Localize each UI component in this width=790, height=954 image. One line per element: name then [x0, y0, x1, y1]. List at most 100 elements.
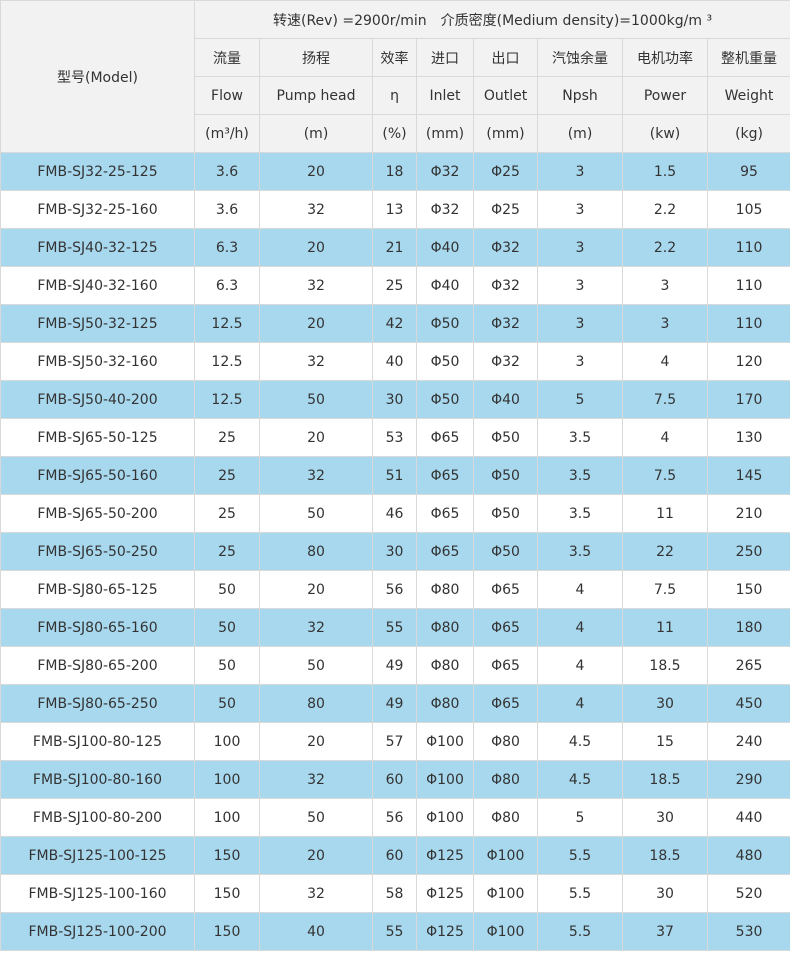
cell-pump-head: 32: [259, 190, 373, 229]
cell-flow: 150: [194, 874, 260, 913]
cell-pump-head: 50: [259, 494, 373, 533]
cell-pump-head: 32: [259, 608, 373, 647]
cell-inlet: Φ100: [416, 722, 474, 761]
cell-power: 30: [622, 798, 708, 837]
cell-outlet: Φ25: [473, 152, 538, 191]
cell-power: 30: [622, 874, 708, 913]
cell-pump-head: 32: [259, 874, 373, 913]
cell-npsh: 3: [537, 266, 623, 305]
cell-pump-head: 50: [259, 380, 373, 419]
table-row: FMB-SJ80-65-160 50 32 55 Φ80 Φ65 4 11 180: [0, 608, 790, 647]
cell-npsh: 3.5: [537, 456, 623, 495]
cell-power: 18.5: [622, 646, 708, 685]
cell-pump-head: 20: [259, 418, 373, 457]
cell-npsh: 3: [537, 152, 623, 191]
cell-efficiency: 30: [372, 380, 417, 419]
cell-power: 4: [622, 342, 708, 381]
col-unit: (m): [259, 114, 373, 153]
cell-power: 3: [622, 304, 708, 343]
col-unit: (mm): [473, 114, 538, 153]
table-row: FMB-SJ40-32-125 6.3 20 21 Φ40 Φ32 3 2.2 110: [0, 228, 790, 267]
cell-flow: 100: [194, 760, 260, 799]
table-row: FMB-SJ100-80-125 100 20 57 Φ100 Φ80 4.5 15 240: [0, 722, 790, 761]
col-unit: (%): [372, 114, 417, 153]
cell-power: 2.2: [622, 228, 708, 267]
cell-weight: 110: [706, 304, 790, 343]
cell-inlet: Φ125: [416, 836, 474, 875]
cell-efficiency: 56: [372, 570, 417, 609]
cell-model: FMB-SJ32-25-125: [0, 152, 195, 191]
col-header-cn: 整机重量: [706, 38, 790, 77]
cell-pump-head: 50: [259, 798, 373, 837]
cell-flow: 25: [194, 456, 260, 495]
cell-weight: 480: [706, 836, 790, 875]
cell-model: FMB-SJ80-65-200: [0, 646, 195, 685]
cell-inlet: Φ50: [416, 304, 474, 343]
table-row: FMB-SJ50-32-160 12.5 32 40 Φ50 Φ32 3 4 120: [0, 342, 790, 381]
cell-efficiency: 13: [372, 190, 417, 229]
cell-weight: 145: [706, 456, 790, 495]
cell-pump-head: 80: [259, 532, 373, 571]
cell-efficiency: 49: [372, 646, 417, 685]
cell-efficiency: 58: [372, 874, 417, 913]
cell-npsh: 4: [537, 608, 623, 647]
cell-inlet: Φ125: [416, 874, 474, 913]
cell-weight: 170: [706, 380, 790, 419]
cell-model: FMB-SJ80-65-125: [0, 570, 195, 609]
cell-weight: 110: [706, 228, 790, 267]
cell-efficiency: 53: [372, 418, 417, 457]
cell-flow: 50: [194, 684, 260, 723]
cell-model: FMB-SJ100-80-125: [0, 722, 195, 761]
cell-flow: 50: [194, 608, 260, 647]
cell-inlet: Φ65: [416, 494, 474, 533]
cell-inlet: Φ65: [416, 418, 474, 457]
cell-model: FMB-SJ125-100-200: [0, 912, 195, 951]
cell-npsh: 4: [537, 570, 623, 609]
col-header-en: Inlet: [416, 76, 474, 115]
cell-model: FMB-SJ80-65-250: [0, 684, 195, 723]
col-header-en: Npsh: [537, 76, 623, 115]
cell-inlet: Φ80: [416, 646, 474, 685]
operating-conditions: 转速(Rev) =2900r/min 介质密度(Medium density)=…: [193, 0, 790, 39]
cell-outlet: Φ50: [473, 456, 538, 495]
cell-inlet: Φ40: [416, 266, 474, 305]
cell-flow: 150: [194, 836, 260, 875]
col-header-en: Flow: [194, 76, 260, 115]
table-row: FMB-SJ100-80-200 100 50 56 Φ100 Φ80 5 30 440: [0, 798, 790, 837]
cell-inlet: Φ100: [416, 760, 474, 799]
cell-npsh: 3.5: [537, 494, 623, 533]
cell-npsh: 3.5: [537, 532, 623, 571]
cell-power: 11: [622, 608, 708, 647]
cell-npsh: 4: [537, 684, 623, 723]
cell-efficiency: 46: [372, 494, 417, 533]
cell-efficiency: 42: [372, 304, 417, 343]
cell-outlet: Φ32: [473, 304, 538, 343]
cell-npsh: 4.5: [537, 722, 623, 761]
cell-weight: 180: [706, 608, 790, 647]
cell-pump-head: 32: [259, 342, 373, 381]
cell-weight: 110: [706, 266, 790, 305]
col-unit: (m³/h): [194, 114, 260, 153]
col-header-cn: 效率: [372, 38, 417, 77]
cell-weight: 210: [706, 494, 790, 533]
col-unit: (kw): [622, 114, 708, 153]
cell-flow: 3.6: [194, 190, 260, 229]
cell-pump-head: 32: [259, 456, 373, 495]
cell-efficiency: 21: [372, 228, 417, 267]
cell-weight: 105: [706, 190, 790, 229]
cell-npsh: 3: [537, 342, 623, 381]
cell-power: 18.5: [622, 836, 708, 875]
cell-weight: 440: [706, 798, 790, 837]
cell-outlet: Φ32: [473, 342, 538, 381]
table-row: FMB-SJ80-65-125 50 20 56 Φ80 Φ65 4 7.5 150: [0, 570, 790, 609]
cell-flow: 100: [194, 798, 260, 837]
cell-power: 18.5: [622, 760, 708, 799]
cell-power: 30: [622, 684, 708, 723]
cell-efficiency: 55: [372, 912, 417, 951]
cell-efficiency: 18: [372, 152, 417, 191]
cell-model: FMB-SJ32-25-160: [0, 190, 195, 229]
cell-pump-head: 20: [259, 570, 373, 609]
cell-weight: 95: [706, 152, 790, 191]
table-row: FMB-SJ50-40-200 12.5 50 30 Φ50 Φ40 5 7.5 170: [0, 380, 790, 419]
cell-flow: 12.5: [194, 342, 260, 381]
